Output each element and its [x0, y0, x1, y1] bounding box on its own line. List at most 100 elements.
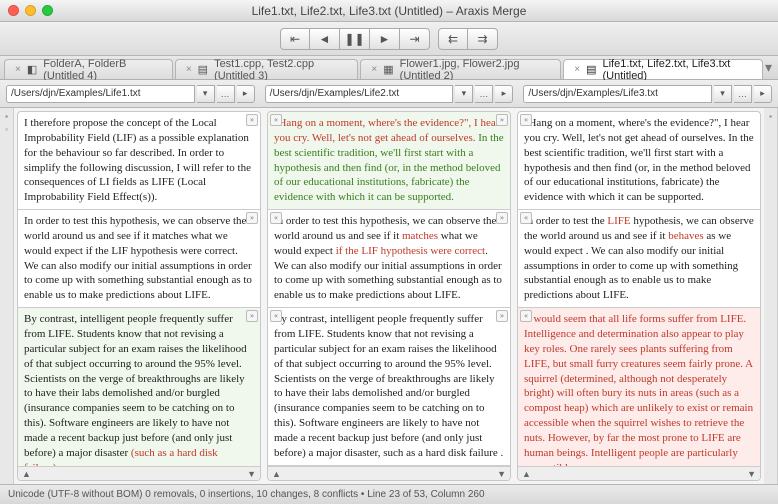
toolbar: ⇤ ◄ ❚❚ ► ⇥ ⇇ ⇉	[0, 22, 778, 56]
merge-right-button[interactable]: ⇉	[468, 28, 498, 50]
history-dropdown-2[interactable]: ▾	[455, 85, 473, 103]
merge-marker-icon[interactable]: »	[496, 212, 508, 224]
add-tab-button[interactable]: ▾	[765, 59, 772, 76]
scroll-up-icon[interactable]: ▲	[522, 469, 531, 479]
diff-text: if the LIF hypothesis were correct	[336, 245, 485, 257]
para: « By contrast, intelligent people freque…	[268, 308, 510, 465]
para: « "Hang on a moment, where's the evidenc…	[518, 112, 760, 210]
para: In order to test this hypothesis, we can…	[18, 210, 260, 308]
para: « In order to test this hypothesis, we c…	[268, 210, 510, 308]
browse-button-2[interactable]: …	[475, 85, 493, 103]
path-group-2: /Users/djn/Examples/Life2.txt ▾ … ▸	[265, 85, 514, 103]
tab-label: FolderA, FolderB (Untitled 4)	[43, 58, 162, 82]
close-tab-icon[interactable]: ×	[15, 64, 21, 75]
merge-marker-icon[interactable]: »	[246, 310, 258, 322]
merge-marker-icon[interactable]: «	[270, 310, 282, 322]
para-text: "Hang on a moment, where's the evidence?…	[524, 117, 754, 203]
merge-marker-icon[interactable]: »	[496, 310, 508, 322]
para-text: By contrast, intelligent people frequent…	[24, 313, 247, 459]
pane-3: « "Hang on a moment, where's the evidenc…	[517, 111, 761, 481]
tabbar: × ◧ FolderA, FolderB (Untitled 4) × ▤ Te…	[0, 56, 778, 80]
merge-marker-icon[interactable]: «	[520, 310, 532, 322]
path-field-2[interactable]: /Users/djn/Examples/Life2.txt	[265, 85, 454, 103]
next-diff-button[interactable]: ►	[370, 28, 400, 50]
image-icon: ▦	[383, 63, 393, 76]
browse-button-3[interactable]: …	[734, 85, 752, 103]
diff-text: "Hang on a moment, where's the evidence?…	[274, 117, 499, 144]
tab-folder-compare[interactable]: × ◧ FolderA, FolderB (Untitled 4)	[4, 59, 173, 79]
nav-group: ⇤ ◄ ❚❚ ► ⇥	[280, 28, 430, 50]
scroll-up-icon[interactable]: ▲	[22, 469, 31, 479]
merge-left-button[interactable]: ⇇	[438, 28, 468, 50]
merge-marker-icon[interactable]: »	[496, 114, 508, 126]
path-group-3: /Users/djn/Examples/Life3.txt ▾ … ▸	[523, 85, 772, 103]
pane-footer: ▲ ▼	[518, 466, 760, 480]
merge-marker-icon[interactable]: «	[270, 114, 282, 126]
merge-marker-icon[interactable]: »	[246, 114, 258, 126]
reveal-button-2[interactable]: ▸	[495, 85, 513, 103]
pane-2-body[interactable]: « "Hang on a moment, where's the evidenc…	[268, 112, 510, 466]
tab-life-compare[interactable]: × ▤ Life1.txt, Life2.txt, Life3.txt (Unt…	[563, 59, 763, 79]
right-gutter: ▪	[764, 108, 778, 484]
pause-button[interactable]: ❚❚	[340, 28, 370, 50]
scroll-down-icon[interactable]: ▼	[497, 469, 506, 479]
merge-marker-icon[interactable]: «	[270, 212, 282, 224]
close-tab-icon[interactable]: ×	[371, 64, 377, 75]
diff-text: LIFE	[607, 215, 630, 227]
merge-marker-icon[interactable]: »	[246, 212, 258, 224]
tab-label: Life1.txt, Life2.txt, Life3.txt (Untitle…	[602, 58, 752, 82]
diff-text: behaves	[668, 230, 703, 242]
pane-1-body[interactable]: I therefore propose the concept of the L…	[18, 112, 260, 466]
path-field-1[interactable]: /Users/djn/Examples/Life1.txt	[6, 85, 195, 103]
tab-cpp-compare[interactable]: × ▤ Test1.cpp, Test2.cpp (Untitled 3)	[175, 59, 359, 79]
history-dropdown-3[interactable]: ▾	[714, 85, 732, 103]
path-field-3[interactable]: /Users/djn/Examples/Life3.txt	[523, 85, 712, 103]
path-group-1: /Users/djn/Examples/Life1.txt ▾ … ▸	[6, 85, 255, 103]
status-text: Unicode (UTF-8 without BOM) 0 removals, …	[8, 489, 485, 500]
last-diff-button[interactable]: ⇥	[400, 28, 430, 50]
para: « In order to test the LIFE hypothesis, …	[518, 210, 760, 308]
merge-group: ⇇ ⇉	[438, 28, 498, 50]
pane-2: « "Hang on a moment, where's the evidenc…	[267, 111, 511, 481]
para: By contrast, intelligent people frequent…	[18, 308, 260, 466]
folder-icon: ◧	[27, 63, 37, 76]
pane-3-body[interactable]: « "Hang on a moment, where's the evidenc…	[518, 112, 760, 466]
reveal-button-1[interactable]: ▸	[237, 85, 255, 103]
reveal-button-3[interactable]: ▸	[754, 85, 772, 103]
tab-label: Flower1.jpg, Flower2.jpg (Untitled 2)	[400, 58, 551, 82]
para-conflict: « It would seem that all life forms suff…	[518, 308, 760, 466]
tab-image-compare[interactable]: × ▦ Flower1.jpg, Flower2.jpg (Untitled 2…	[360, 59, 561, 79]
statusbar: Unicode (UTF-8 without BOM) 0 removals, …	[0, 484, 778, 504]
para-text: In order to test the	[524, 215, 607, 227]
para-text: In order to test this hypothesis, we can…	[24, 215, 252, 301]
para: « "Hang on a moment, where's the evidenc…	[268, 112, 510, 210]
gutter-icon: ▪	[5, 112, 8, 121]
scroll-up-icon[interactable]: ▲	[272, 469, 281, 479]
pathbar: /Users/djn/Examples/Life1.txt ▾ … ▸ /Use…	[0, 80, 778, 108]
scroll-down-icon[interactable]: ▼	[747, 469, 756, 479]
para-text: I therefore propose the concept of the L…	[24, 117, 251, 203]
scroll-down-icon[interactable]: ▼	[247, 469, 256, 479]
left-gutter: ▪ ▫	[0, 108, 14, 484]
pane-1: I therefore propose the concept of the L…	[17, 111, 261, 481]
diff-conflict: It would seem that all life forms suffer…	[524, 313, 753, 466]
gutter-icon: ▫	[5, 125, 8, 134]
tab-label: Test1.cpp, Test2.cpp (Untitled 3)	[214, 58, 347, 82]
merge-marker-icon[interactable]: «	[520, 212, 532, 224]
close-tab-icon[interactable]: ×	[574, 64, 580, 75]
compare-panes: ▪ ▫ I therefore propose the concept of t…	[0, 108, 778, 484]
pane-footer: ▲ ▼	[18, 466, 260, 480]
pane-footer: ▲ ▼	[268, 466, 510, 480]
para-text: .	[56, 462, 59, 466]
prev-diff-button[interactable]: ◄	[310, 28, 340, 50]
browse-button-1[interactable]: …	[217, 85, 235, 103]
window-title: Life1.txt, Life2.txt, Life3.txt (Untitle…	[0, 4, 778, 18]
document-icon: ▤	[198, 63, 208, 76]
first-diff-button[interactable]: ⇤	[280, 28, 310, 50]
history-dropdown-1[interactable]: ▾	[197, 85, 215, 103]
para-text: By contrast, intelligent people frequent…	[274, 313, 503, 459]
close-tab-icon[interactable]: ×	[186, 64, 192, 75]
para: I therefore propose the concept of the L…	[18, 112, 260, 210]
merge-marker-icon[interactable]: «	[520, 114, 532, 126]
document-icon: ▤	[586, 63, 596, 76]
